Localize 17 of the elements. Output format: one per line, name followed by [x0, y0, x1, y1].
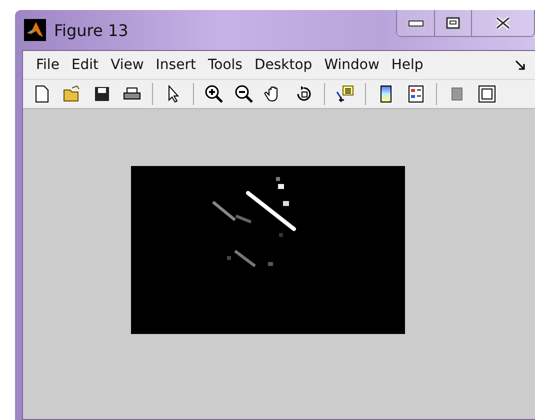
menu-item[interactable]: Help: [386, 57, 428, 73]
menu-item[interactable]: Window: [319, 57, 384, 73]
menu-item[interactable]: Edit: [66, 57, 104, 73]
window-title: Figure 13: [54, 20, 128, 40]
menu-item[interactable]: Desktop: [249, 57, 318, 73]
menu-item[interactable]: View: [106, 57, 149, 73]
menu-item[interactable]: File: [31, 57, 64, 73]
app-logo-icon: [24, 19, 46, 41]
menu-item[interactable]: Tools: [202, 57, 248, 73]
close-button[interactable]: [471, 10, 534, 36]
minimize-button[interactable]: [397, 10, 434, 36]
menu-item[interactable]: Insert: [150, 57, 201, 73]
close-icon: [495, 16, 511, 30]
maximize-button[interactable]: [434, 10, 471, 36]
maximize-icon: [446, 17, 460, 29]
minimize-icon: [408, 19, 424, 27]
dock-arrow-icon[interactable]: [515, 60, 525, 70]
